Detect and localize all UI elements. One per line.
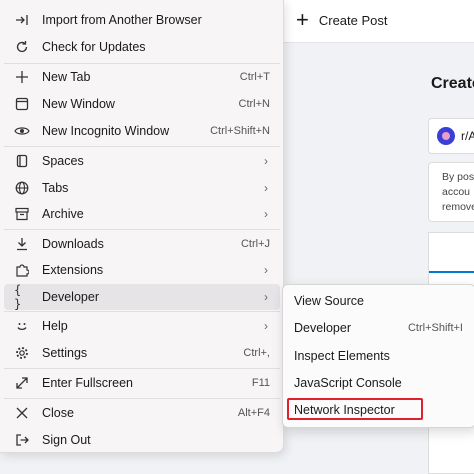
- menu-item-settings[interactable]: Settings Ctrl+,: [4, 340, 280, 366]
- menu-item-label: Import from Another Browser: [42, 13, 202, 27]
- update-icon: [14, 40, 30, 54]
- menu-item-label: Archive: [42, 207, 84, 221]
- chevron-right-icon: ›: [264, 263, 268, 277]
- fullscreen-icon: [14, 376, 30, 390]
- menu-item-downloads[interactable]: Downloads Ctrl+J: [4, 231, 280, 257]
- menu-item-new-incognito[interactable]: New Incognito Window Ctrl+Shift+N: [4, 118, 280, 144]
- plus-icon: [14, 70, 30, 84]
- menu-divider: [4, 146, 280, 147]
- posting-notice: By pos accou remove: [428, 162, 474, 222]
- menu-item-check-updates[interactable]: Check for Updates: [4, 34, 280, 60]
- notice-line: By pos: [442, 171, 474, 183]
- highlight-box: [287, 398, 423, 420]
- submenu-item-label: View Source: [294, 294, 364, 308]
- menu-item-fullscreen[interactable]: Enter Fullscreen F11: [4, 370, 280, 396]
- menu-item-new-window[interactable]: New Window Ctrl+N: [4, 91, 280, 117]
- menu-item-shortcut: Ctrl+Shift+N: [210, 125, 270, 137]
- download-icon: [14, 237, 30, 251]
- smile-icon: [14, 319, 30, 333]
- menu-item-label: Settings: [42, 346, 88, 360]
- close-icon: [14, 406, 30, 420]
- menu-item-label: Close: [42, 406, 74, 420]
- menu-item-extensions[interactable]: Extensions ›: [4, 257, 280, 283]
- archive-icon: [14, 207, 30, 221]
- braces-icon: { }: [14, 283, 22, 311]
- incognito-icon: [14, 125, 30, 137]
- menu-item-label: New Tab: [42, 70, 91, 84]
- sign-out-icon: [14, 433, 30, 447]
- chevron-right-icon: ›: [264, 290, 268, 304]
- submenu-item-javascript-console[interactable]: JavaScript Console: [287, 370, 471, 396]
- submenu-item-label: Developer: [294, 321, 351, 335]
- menu-item-shortcut: Ctrl+,: [243, 347, 270, 359]
- menu-divider: [4, 368, 280, 369]
- menu-item-label: New Incognito Window: [42, 124, 170, 138]
- extensions-icon: [14, 263, 30, 277]
- community-name: r/A: [461, 129, 474, 143]
- menu-item-shortcut: Alt+F4: [237, 407, 270, 419]
- menu-divider: [4, 229, 280, 230]
- developer-submenu: View Source Developer Ctrl+Shift+I Inspe…: [282, 284, 474, 428]
- notice-line: accou: [442, 186, 471, 198]
- globe-icon: [14, 181, 30, 195]
- menu-item-shortcut: F11: [251, 377, 270, 389]
- menu-item-label: Developer: [42, 290, 99, 304]
- submenu-item-view-source[interactable]: View Source: [287, 288, 471, 314]
- menu-item-spaces[interactable]: Spaces ›: [4, 148, 280, 174]
- browser-menu: Import from Another Browser Check for Up…: [0, 0, 284, 453]
- menu-item-help[interactable]: Help ›: [4, 313, 280, 339]
- menu-item-tabs[interactable]: Tabs ›: [4, 175, 280, 201]
- community-avatar: [437, 127, 455, 145]
- submenu-item-shortcut: Ctrl+Shift+I: [407, 322, 463, 334]
- chevron-right-icon: ›: [264, 319, 268, 333]
- chevron-right-icon: ›: [264, 154, 268, 168]
- menu-item-label: Sign Out: [42, 433, 91, 447]
- page-title: Create: [431, 75, 474, 92]
- menu-item-new-tab[interactable]: New Tab Ctrl+T: [4, 64, 280, 90]
- window-icon: [14, 97, 30, 111]
- submenu-item-label: JavaScript Console: [294, 376, 402, 390]
- community-selector[interactable]: r/A: [428, 118, 474, 154]
- menu-item-label: Spaces: [42, 154, 84, 168]
- menu-item-label: Tabs: [42, 181, 69, 195]
- gear-icon: [14, 346, 30, 360]
- chevron-right-icon: ›: [264, 181, 268, 195]
- menu-item-label: Extensions: [42, 263, 104, 277]
- menu-item-label: Downloads: [42, 237, 104, 251]
- menu-item-label: Enter Fullscreen: [42, 376, 134, 390]
- menu-item-import[interactable]: Import from Another Browser: [4, 7, 280, 33]
- spaces-icon: [14, 154, 30, 168]
- chevron-right-icon: ›: [264, 207, 268, 221]
- submenu-item-inspect-elements[interactable]: Inspect Elements: [287, 343, 471, 369]
- menu-item-label: Help: [42, 319, 68, 333]
- menu-item-shortcut: Ctrl+J: [240, 238, 270, 250]
- notice-line: remove: [442, 201, 474, 213]
- menu-item-close[interactable]: Close Alt+F4: [4, 400, 280, 426]
- menu-item-shortcut: Ctrl+T: [239, 71, 270, 83]
- active-tab-indicator: [429, 271, 474, 273]
- menu-item-archive[interactable]: Archive ›: [4, 201, 280, 227]
- submenu-item-label: Inspect Elements: [294, 349, 390, 363]
- menu-divider: [4, 398, 280, 399]
- import-icon: [14, 13, 30, 27]
- create-post-label: Create Post: [318, 12, 388, 28]
- menu-item-sign-out[interactable]: Sign Out: [4, 427, 280, 453]
- menu-item-shortcut: Ctrl+N: [238, 98, 270, 110]
- plus-icon: +: [296, 7, 309, 32]
- menu-divider: [4, 311, 280, 312]
- menu-item-label: Check for Updates: [42, 40, 146, 54]
- menu-item-label: New Window: [42, 97, 115, 111]
- menu-item-developer[interactable]: { } Developer ›: [4, 283, 280, 311]
- submenu-item-developer-tools[interactable]: Developer Ctrl+Shift+I: [287, 315, 471, 341]
- create-post-button[interactable]: + Create Post: [296, 7, 388, 32]
